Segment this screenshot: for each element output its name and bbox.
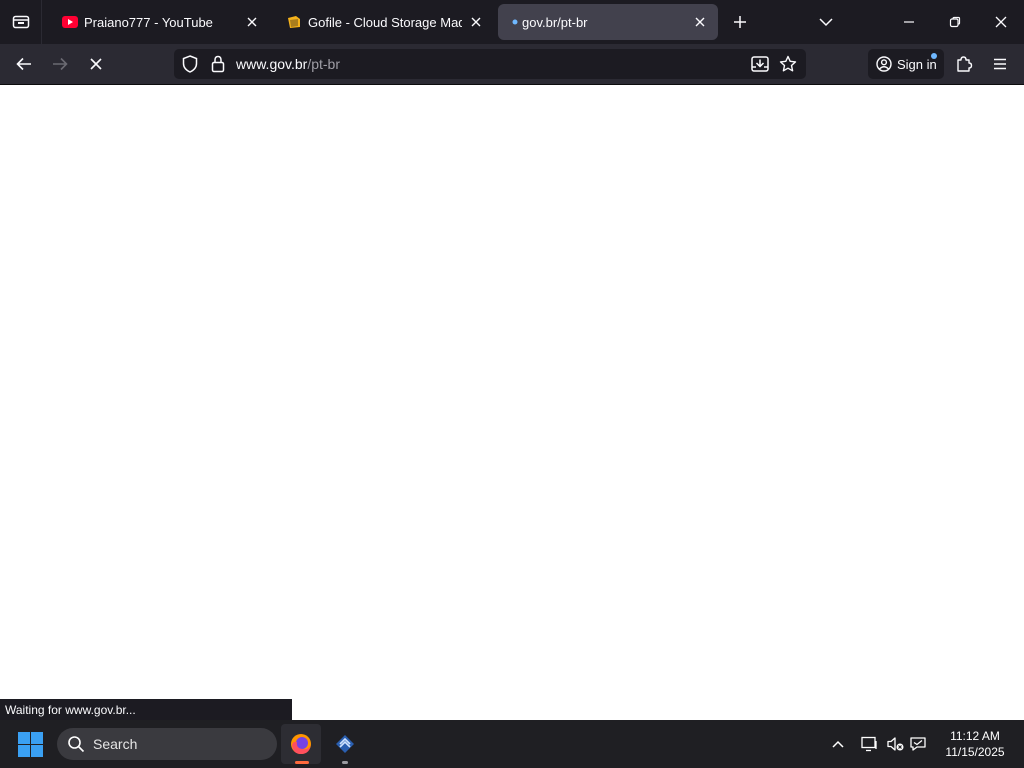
account-icon — [876, 56, 892, 72]
url-host: www.gov.br — [236, 56, 308, 72]
tab-title: Praiano777 - YouTube — [84, 14, 213, 30]
extensions-button[interactable] — [948, 48, 980, 80]
running-indicator — [342, 761, 348, 764]
tab-strip: Praiano777 - YouTube Gofile - Cloud Stor… — [0, 0, 1024, 44]
search-label: Search — [93, 736, 138, 752]
application-menu-button[interactable] — [984, 48, 1016, 80]
youtube-icon — [62, 14, 78, 30]
tab-title: gov.br/pt-br — [522, 14, 588, 30]
plus-icon — [734, 16, 746, 28]
firefox-icon — [291, 734, 311, 754]
notification-dot-icon — [931, 53, 937, 59]
back-button[interactable] — [8, 48, 40, 80]
firefox-view-icon — [12, 15, 29, 29]
tab-youtube[interactable]: Praiano777 - YouTube — [48, 4, 270, 40]
close-icon — [995, 16, 1007, 28]
tab-gofile[interactable]: Gofile - Cloud Storage Made Simple — [272, 4, 494, 40]
network-tray-button[interactable] — [860, 734, 880, 754]
gofile-icon — [286, 14, 302, 30]
firefox-view-button[interactable] — [0, 0, 42, 44]
speaker-muted-icon — [887, 737, 904, 751]
volume-tray-button[interactable] — [886, 734, 906, 754]
network-monitor-icon — [861, 736, 877, 752]
tab-govbr[interactable]: gov.br/pt-br — [498, 4, 718, 40]
notifications-tray-button[interactable] — [908, 734, 928, 754]
sign-in-button[interactable]: Sign in — [868, 49, 944, 79]
loading-dot-icon — [512, 14, 518, 30]
close-icon[interactable] — [244, 14, 260, 30]
restore-button[interactable] — [932, 0, 978, 44]
close-icon[interactable] — [692, 14, 708, 30]
navigation-toolbar: www.gov.br/pt-br Sign in — [0, 44, 1024, 85]
search-icon — [68, 736, 85, 753]
active-indicator — [295, 761, 309, 764]
lock-icon[interactable] — [208, 54, 228, 74]
chevron-down-icon — [819, 18, 833, 27]
close-icon[interactable] — [468, 14, 484, 30]
taskbar-app[interactable] — [325, 724, 365, 764]
windows-start-button[interactable] — [18, 732, 44, 758]
arrow-left-icon — [16, 57, 31, 71]
taskbar-search-box[interactable]: Search — [57, 728, 277, 760]
stop-icon — [90, 58, 102, 70]
close-window-button[interactable] — [978, 0, 1024, 44]
restore-icon — [949, 16, 961, 28]
windows-logo-icon — [18, 732, 30, 744]
url-path: /pt-br — [307, 56, 341, 72]
clock-time: 11:12 AM — [950, 729, 1000, 743]
minimize-icon — [904, 21, 914, 23]
sign-in-label: Sign in — [897, 56, 937, 72]
list-all-tabs-button[interactable] — [810, 6, 842, 38]
arrow-right-icon — [53, 57, 68, 71]
chevron-up-icon — [832, 740, 844, 748]
bookmark-star-icon[interactable] — [778, 54, 798, 74]
hamburger-menu-icon — [994, 58, 1006, 70]
status-text: Waiting for www.gov.br... — [5, 703, 136, 717]
address-bar[interactable]: www.gov.br/pt-br — [174, 49, 806, 79]
minimize-button[interactable] — [886, 0, 932, 44]
clock-date: 11/15/2025 — [945, 745, 1005, 759]
puzzle-piece-icon — [957, 56, 973, 72]
tab-title: Gofile - Cloud Storage Made Simple — [308, 14, 462, 30]
forward-button[interactable] — [44, 48, 76, 80]
windows-logo-icon — [31, 745, 43, 757]
windows-logo-icon — [31, 732, 43, 744]
windows-logo-icon — [18, 745, 30, 757]
new-tab-button[interactable] — [724, 6, 756, 38]
taskbar-firefox[interactable] — [281, 724, 321, 764]
url-text[interactable]: www.gov.br/pt-br — [236, 56, 340, 72]
status-panel: Waiting for www.gov.br... — [0, 699, 292, 721]
download-icon[interactable] — [750, 54, 770, 74]
show-hidden-icons-button[interactable] — [828, 734, 848, 754]
page-content — [0, 85, 1024, 720]
stop-loading-button[interactable] — [80, 48, 112, 80]
taskbar: Search 11:12 AM 11/15/2025 — [0, 720, 1024, 768]
taskbar-clock[interactable]: 11:12 AM 11/15/2025 — [938, 728, 1012, 760]
chat-bubble-icon — [910, 737, 926, 751]
tracking-protection-shield-icon[interactable] — [180, 54, 200, 74]
app-diamond-icon — [336, 735, 354, 753]
